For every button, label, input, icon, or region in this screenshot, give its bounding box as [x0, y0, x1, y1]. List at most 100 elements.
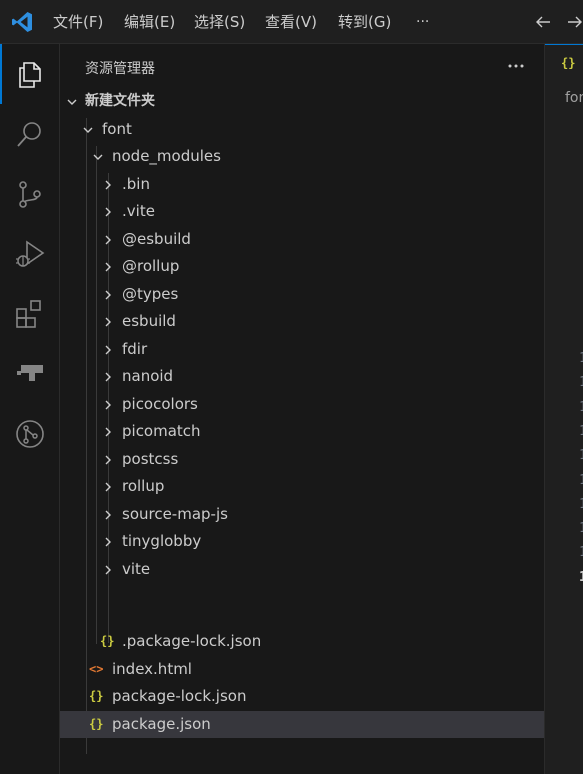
- menu-selection[interactable]: 选择(S): [194, 0, 245, 44]
- chevron-down-icon: [83, 127, 93, 133]
- tree-row-subfolder[interactable]: picomatch: [60, 418, 544, 445]
- chevron-right-icon: [105, 427, 111, 437]
- chevron-right-icon: [105, 400, 111, 409]
- extensions-activity[interactable]: [0, 284, 60, 344]
- tree-row-node-modules-folder[interactable]: node_modules: [60, 143, 544, 170]
- explorer-title: 资源管理器: [85, 61, 155, 77]
- tree-row-font-folder[interactable]: font: [60, 116, 544, 143]
- tree-label: @esbuild: [122, 229, 191, 248]
- menu-go[interactable]: 转到(G): [338, 0, 391, 44]
- tree-row-package-lock-json[interactable]: {} package-lock.json: [60, 683, 544, 710]
- json-file-icon: {}: [100, 634, 115, 648]
- search-activity[interactable]: [0, 104, 60, 164]
- chevron-right-icon: [105, 510, 111, 519]
- menu-more-button[interactable]: ···: [416, 0, 429, 44]
- tree-label: .package-lock.json: [122, 632, 262, 650]
- tree-row-subfolder[interactable]: rollup: [60, 473, 544, 500]
- explorer-sidebar: 资源管理器 新建文件夹 font node_modules .bin .vite…: [60, 44, 544, 774]
- editor-tab[interactable]: {}: [545, 44, 583, 80]
- active-indicator: [0, 44, 2, 104]
- tree-row-index-html[interactable]: <> index.html: [60, 656, 544, 683]
- tree-label: .vite: [122, 202, 155, 220]
- tree-row-inner-package-lock[interactable]: {} .package-lock.json: [60, 628, 544, 655]
- extensions-icon: [16, 300, 41, 328]
- line-number: 1: [579, 472, 583, 488]
- tree-row-root-folder[interactable]: 新建文件夹: [60, 88, 544, 115]
- tree-label: picocolors: [122, 394, 198, 413]
- chevron-down-icon: [67, 99, 77, 105]
- vscode-logo-icon: [12, 12, 32, 32]
- source-control-activity[interactable]: [0, 164, 60, 224]
- chevron-right-icon: [105, 455, 111, 464]
- chevron-down-icon: [93, 154, 103, 160]
- tree-row-subfolder[interactable]: picocolors: [60, 391, 544, 418]
- tree-row-subfolder[interactable]: @rollup: [60, 253, 544, 280]
- tree-label: nanoid: [122, 367, 174, 385]
- json-file-icon: {}: [561, 56, 576, 70]
- tree-label: rollup: [122, 477, 165, 495]
- menu-view[interactable]: 查看(V): [265, 0, 317, 44]
- forward-arrow-icon[interactable]: [566, 12, 583, 32]
- tree-label: esbuild: [122, 312, 176, 330]
- menu-file[interactable]: 文件(F): [53, 0, 103, 44]
- tree-row-subfolder[interactable]: nanoid: [60, 363, 544, 390]
- html-file-icon: <>: [89, 661, 104, 676]
- title-bar: 文件(F) 编辑(E) 选择(S) 查看(V) 转到(G) ···: [0, 0, 583, 44]
- breadcrumb[interactable]: font: [565, 90, 583, 106]
- tree-row-package-json[interactable]: {} package.json: [60, 710, 544, 738]
- files-icon: [19, 62, 41, 88]
- tree-row-subfolder[interactable]: @esbuild: [60, 226, 544, 253]
- remote-explorer-activity[interactable]: [0, 344, 60, 404]
- chevron-right-icon: [105, 235, 111, 244]
- tree-label: fdir: [122, 339, 148, 358]
- tree-row-subfolder[interactable]: tinyglobby: [60, 528, 544, 555]
- json-file-icon: {}: [89, 689, 104, 703]
- tree-label: font: [102, 119, 132, 138]
- tree-label: 新建文件夹: [85, 93, 155, 109]
- tree-label: index.html: [112, 659, 192, 678]
- chevron-right-icon: [105, 372, 111, 382]
- tree-label: node_modules: [112, 147, 221, 165]
- line-number: 1: [579, 521, 583, 537]
- tree-row-subfolder[interactable]: esbuild: [60, 308, 544, 335]
- tree-label: .bin: [122, 174, 150, 193]
- line-number: 1: [579, 399, 583, 415]
- chevron-right-icon: [105, 262, 111, 272]
- tree-row-subfolder[interactable]: .bin: [60, 171, 544, 198]
- tree-row-subfolder[interactable]: @types: [60, 281, 544, 308]
- gitlens-activity[interactable]: [0, 404, 60, 464]
- tree-row-subfolder[interactable]: fdir: [60, 336, 544, 363]
- explorer-activity[interactable]: [0, 44, 60, 104]
- tree-row-subfolder[interactable]: vite: [60, 556, 544, 583]
- source-control-icon: [19, 181, 41, 208]
- tree-row-subfolder[interactable]: .vite: [60, 198, 544, 225]
- chevron-right-icon: [105, 482, 111, 492]
- menu-edit[interactable]: 编辑(E): [124, 0, 175, 44]
- run-debug-activity[interactable]: [0, 224, 60, 284]
- gitlens-icon: [16, 420, 44, 448]
- chevron-right-icon: [105, 180, 111, 189]
- chevron-right-icon: [105, 317, 111, 327]
- line-number: 1: [579, 375, 583, 391]
- run-debug-icon: [16, 240, 45, 267]
- activity-bar: [0, 44, 60, 774]
- more-actions-icon[interactable]: [504, 54, 528, 78]
- json-file-icon: {}: [89, 716, 104, 731]
- tree-label: source-map-js: [122, 504, 228, 523]
- tree-row-subfolder[interactable]: postcss: [60, 446, 544, 473]
- line-number: 1: [579, 351, 583, 366]
- search-icon: [17, 122, 41, 147]
- tree-label: tinyglobby: [122, 532, 202, 550]
- remote-explorer-icon: [17, 365, 43, 381]
- tree-label: package-lock.json: [112, 687, 247, 705]
- tree-label: postcss: [122, 449, 179, 468]
- tree-label: picomatch: [122, 422, 201, 440]
- chevron-right-icon: [105, 290, 111, 299]
- line-number: 1: [579, 496, 583, 512]
- back-arrow-icon[interactable]: [534, 12, 552, 32]
- tree-label: package.json: [112, 714, 211, 733]
- chevron-right-icon: [105, 345, 111, 354]
- tree-label: vite: [122, 559, 151, 578]
- line-number: 1: [579, 545, 583, 561]
- tree-row-subfolder[interactable]: source-map-js: [60, 501, 544, 528]
